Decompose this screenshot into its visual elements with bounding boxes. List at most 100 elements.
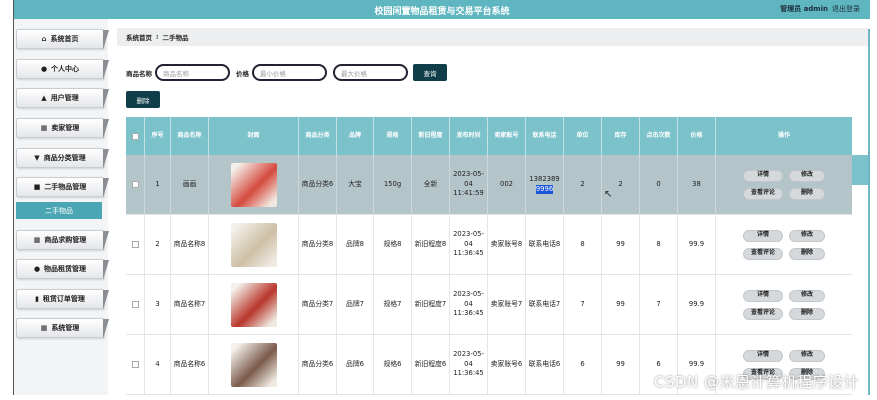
view-comments-button[interactable]: 查看评论: [743, 247, 783, 260]
cell-cover: [209, 215, 299, 274]
table-row[interactable]: 3 商品名称7 商品分类7 品牌7 规格7 新旧程度7 2023-05-04 11:36:4…: [126, 275, 852, 335]
cell-cover: [209, 275, 299, 334]
sidebar-item-system[interactable]: ▦ 系统管理: [16, 318, 109, 339]
header-select-all[interactable]: [126, 117, 145, 155]
checkbox[interactable]: [131, 132, 139, 140]
edit-button[interactable]: 修改: [789, 349, 825, 362]
watermark: CSDN @米恩计算机程序设计: [653, 373, 859, 391]
cell-name: 商品名称8: [171, 215, 209, 274]
header-cell[interactable]: 发布时间: [450, 117, 488, 155]
sidebar-item-users[interactable]: ▲ 用户管理: [16, 88, 109, 109]
cell-time: 2023-05-04 11:36:45: [450, 335, 488, 394]
header-cell[interactable]: 联系电话: [526, 117, 564, 155]
detail-button[interactable]: 详情: [743, 289, 783, 302]
cell-no: 3: [145, 275, 171, 334]
sidebar-item-wanted[interactable]: ▦ 商品求购管理: [16, 230, 109, 251]
table-row[interactable]: 2 商品名称8 商品分类8 品牌8 规格8 新旧程度8 2023-05-04 11:36:4…: [126, 215, 852, 275]
cell-stock-text: 99: [616, 299, 625, 308]
detail-button[interactable]: 详情: [743, 229, 783, 242]
right-border: [868, 29, 870, 395]
detail-button[interactable]: 详情: [743, 169, 783, 182]
view-comments-button[interactable]: 查看评论: [743, 307, 783, 320]
header-cell[interactable]: 商品分类: [299, 117, 337, 155]
checkbox[interactable]: [131, 241, 139, 248]
edit-button[interactable]: 修改: [789, 169, 825, 182]
cell-unit: 2: [564, 155, 602, 214]
cell-name: 商品名称6: [171, 335, 209, 394]
sidebar-item-label: 物品租赁管理: [44, 265, 87, 273]
home-icon: ⌂: [41, 35, 47, 43]
cell-spec: 规格8: [374, 215, 412, 274]
cell-price-text: 38: [692, 179, 701, 188]
sidebar-item-label: 个人中心: [51, 65, 80, 73]
header-cell[interactable]: 价格: [678, 117, 716, 155]
row-select-cell[interactable]: [126, 335, 145, 394]
top-bar: 校园闲置物品租赁与交易平台系统 管理员 admin 退出登录: [14, 0, 870, 19]
sidebar-item-categories[interactable]: ▼ 商品分类管理: [16, 148, 109, 169]
row-select-cell[interactable]: [126, 275, 145, 334]
name-input[interactable]: 商品名称: [155, 64, 230, 81]
cell-unit: 8: [564, 215, 602, 274]
detail-button[interactable]: 详情: [743, 349, 783, 362]
sidebar-item-orders[interactable]: ▮ 租赁订单管理: [16, 289, 109, 310]
header-cell[interactable]: 点击次数: [640, 117, 678, 155]
cell-seller: 卖家账号8: [488, 215, 526, 274]
delete-button[interactable]: 删除: [789, 307, 825, 320]
view-comments-button[interactable]: 查看评论: [743, 187, 783, 200]
checkbox[interactable]: [131, 181, 139, 188]
table-row[interactable]: 1 画画 商品分类6 大宝 150g 全新 2023-05-04 11:41:59 002 13…: [126, 155, 852, 215]
cell-clicks: 7: [640, 275, 678, 334]
logout-link[interactable]: 退出登录: [832, 5, 860, 13]
header-cell[interactable]: 品牌: [337, 117, 374, 155]
cover-image: [230, 222, 277, 267]
cell-category-text: 商品分类6: [301, 179, 334, 188]
sidebar-item-home[interactable]: ⌂ 系统首页: [16, 29, 109, 50]
sidebar-item-profile[interactable]: ● 个人中心: [16, 59, 109, 80]
cell-spec-text: 规格7: [383, 299, 402, 308]
cell-phone: 联系电话8: [526, 215, 564, 274]
max-price-input[interactable]: 最大价格: [333, 64, 408, 81]
cell-no-text: 4: [155, 359, 160, 368]
row-select-cell[interactable]: [126, 215, 145, 274]
cell-no-text: 2: [155, 239, 160, 248]
sidebar: ⌂ 系统首页 ● 个人中心 ▲ 用户管理 ▦ 卖家管理 ▼ 商品分类管理 ■ 二手物品管理 …: [14, 19, 109, 395]
min-price-input[interactable]: 最小价格: [252, 64, 327, 81]
breadcrumb-current: 二手物品: [162, 34, 189, 42]
sidebar-sub-secondhand-items[interactable]: 二手物品: [16, 202, 102, 219]
sidebar-item-secondhand[interactable]: ■ 二手物品管理: [16, 177, 109, 198]
checkbox[interactable]: [131, 361, 139, 368]
header-cell[interactable]: 卖家账号: [488, 117, 526, 155]
header-cell[interactable]: 库存: [602, 117, 640, 155]
delete-button[interactable]: 删除: [789, 187, 825, 200]
delete-button[interactable]: 删除: [789, 247, 825, 260]
batch-delete-button[interactable]: 删除: [126, 91, 160, 108]
cell-price: 99.9: [678, 215, 716, 274]
breadcrumb-home[interactable]: 系统首页: [126, 32, 152, 42]
cell-no: 1: [145, 155, 171, 214]
header-cell[interactable]: 规格: [374, 117, 412, 155]
checkbox[interactable]: [131, 301, 139, 308]
query-button[interactable]: 查询: [413, 64, 447, 81]
cell-time-text: 2023-05-04 11:36:45: [453, 349, 484, 378]
sidebar-item-label: 租赁订单管理: [42, 295, 85, 303]
row-select-cell[interactable]: [126, 155, 145, 214]
header-cell[interactable]: 序号: [145, 117, 171, 155]
header-cell[interactable]: 商品名称: [171, 117, 209, 155]
sidebar-item-sellers[interactable]: ▦ 卖家管理: [16, 118, 109, 139]
cell-no-text: 1: [155, 179, 160, 188]
cell-brand: 品牌8: [337, 215, 374, 274]
edit-button[interactable]: 修改: [789, 229, 825, 242]
cell-price-text: 99.9: [688, 239, 705, 248]
cover-image: [230, 282, 277, 327]
header-cell[interactable]: 新旧程度: [412, 117, 450, 155]
cell-spec-text: 规格6: [383, 359, 402, 368]
cell-condition-text: 新旧程度8: [414, 239, 447, 248]
header-cell[interactable]: 单位: [564, 117, 602, 155]
sidebar-item-rental[interactable]: ● 物品租赁管理: [16, 259, 109, 280]
cell-phone: 联系电话7: [526, 275, 564, 334]
cell-clicks-text: 0: [656, 179, 661, 188]
cell-brand-text: 品牌7: [346, 299, 364, 308]
header-cell[interactable]: 封面: [209, 117, 299, 155]
edit-button[interactable]: 修改: [789, 289, 825, 302]
cell-unit: 6: [564, 335, 602, 394]
